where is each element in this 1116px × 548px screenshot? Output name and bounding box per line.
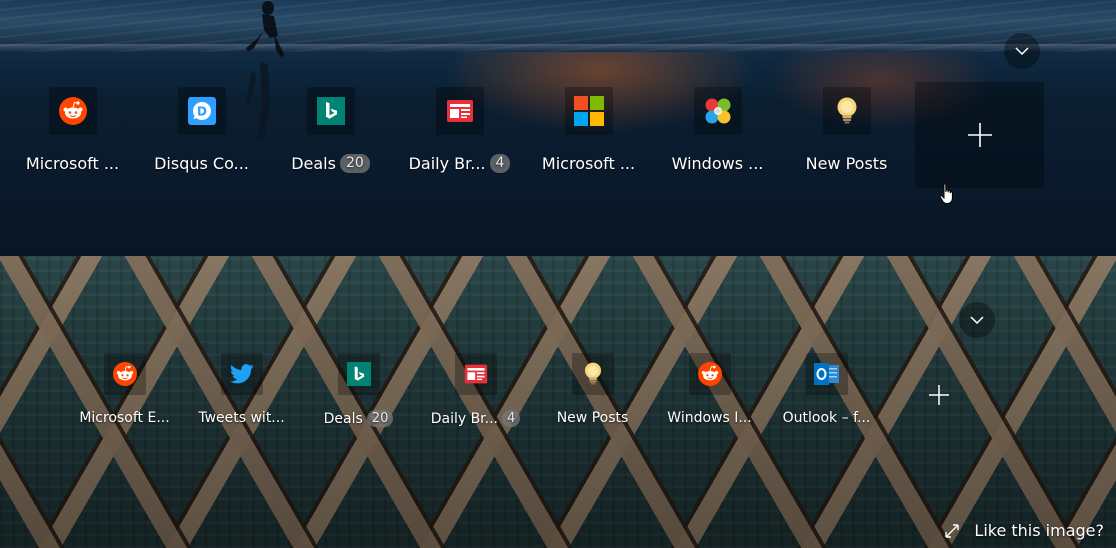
tile-icon-box <box>571 353 614 395</box>
tile-icon-box <box>454 353 497 395</box>
tile-label: New Posts <box>806 154 888 173</box>
tile-label: Disqus Co... <box>154 154 249 173</box>
tile-title: Microsoft E... <box>79 410 170 426</box>
unread-badge: 20 <box>339 154 370 173</box>
tile-title: New Posts <box>556 410 629 426</box>
like-this-image-button[interactable]: Like this image? <box>944 521 1104 540</box>
tile-label: Daily Br... 4 <box>409 154 511 173</box>
tile-label: Windows I... <box>667 410 751 426</box>
chevron-down-icon <box>1015 47 1029 55</box>
lightbulb-icon <box>837 97 856 124</box>
unread-badge: 4 <box>489 154 511 173</box>
twitter-icon <box>229 364 253 384</box>
top-site-tile[interactable]: Deals 20 <box>266 82 395 188</box>
top-site-tile[interactable]: Tweets wit... <box>183 346 300 441</box>
new-tab-comparison: Microsoft ... D Disqus Co... Deals 20 Da… <box>0 0 1116 548</box>
tile-icon-box <box>688 353 731 395</box>
tile-icon-box <box>337 353 380 395</box>
tile-title: Microsoft ... <box>25 154 120 173</box>
svg-text:D: D <box>197 105 207 119</box>
bing-icon <box>316 97 345 125</box>
top-site-tile[interactable]: Daily Br... 4 <box>395 82 524 188</box>
news-icon <box>446 100 473 122</box>
tile-label: Tweets wit... <box>198 410 284 426</box>
news-icon <box>464 364 487 384</box>
tile-title: Tweets wit... <box>198 410 285 426</box>
unread-badge: 4 <box>502 410 521 427</box>
disqus-icon: D <box>187 97 216 125</box>
tile-icon-box <box>103 353 146 395</box>
tile-title: Microsoft ... <box>541 154 636 173</box>
top-sites-row-bottom: Microsoft E... Tweets wit... Deals 20 Da… <box>66 346 885 441</box>
top-site-tile[interactable]: Windows I... <box>651 346 768 441</box>
top-site-tile[interactable]: Windows ... <box>653 82 782 188</box>
tile-label: Microsoft ... <box>26 154 119 173</box>
top-site-tile[interactable]: Daily Br... 4 <box>417 346 534 441</box>
windows-insider-icon <box>705 98 730 124</box>
top-site-tile[interactable]: New Posts <box>782 82 911 188</box>
collapse-top-sites-button[interactable] <box>1004 33 1040 69</box>
ocean-waves <box>0 0 1116 52</box>
top-site-tile[interactable]: Deals 20 <box>300 346 417 441</box>
top-site-tile[interactable]: New Posts <box>534 346 651 441</box>
add-site-button[interactable] <box>915 82 1044 188</box>
tile-icon-box <box>220 353 263 395</box>
reddit-icon <box>112 362 137 386</box>
plus-icon <box>928 385 949 405</box>
tile-icon-box <box>822 87 871 135</box>
tile-icon-box <box>435 87 484 135</box>
tile-label: Windows ... <box>672 154 764 173</box>
top-site-tile[interactable]: Microsoft ... <box>524 82 653 188</box>
tile-icon-box <box>564 87 613 135</box>
hand-cursor-icon <box>939 183 953 204</box>
unread-badge: 20 <box>366 410 394 427</box>
tile-title: Windows ... <box>671 154 764 173</box>
tile-label: Outlook – f... <box>783 410 871 426</box>
like-this-image-label: Like this image? <box>974 521 1104 540</box>
tile-icon-box <box>306 87 355 135</box>
tile-label: Deals 20 <box>291 154 370 173</box>
add-site-button[interactable] <box>880 346 997 441</box>
tile-title: Outlook – f... <box>782 410 871 426</box>
tile-icon-box <box>693 87 742 135</box>
top-site-tile[interactable]: Outlook – f... <box>768 346 885 441</box>
tile-label: Deals 20 <box>324 410 394 427</box>
tile-title: Deals <box>323 410 363 427</box>
microsoft-logo-icon <box>573 96 604 126</box>
tile-label: New Posts <box>557 410 629 426</box>
outlook-icon <box>813 363 839 385</box>
chevron-down-icon <box>970 316 984 324</box>
top-site-tile[interactable]: Microsoft E... <box>66 346 183 441</box>
reddit-icon <box>58 97 87 125</box>
lightbulb-icon <box>584 362 601 385</box>
plus-icon <box>967 123 992 147</box>
tile-icon-box: D <box>177 87 226 135</box>
reddit-icon <box>697 362 722 386</box>
tile-title: Daily Br... <box>430 410 499 427</box>
top-sites-row-top: Microsoft ... D Disqus Co... Deals 20 Da… <box>8 82 911 188</box>
bing-icon <box>346 362 371 386</box>
tile-label: Daily Br... 4 <box>431 410 521 427</box>
tile-label: Microsoft ... <box>542 154 635 173</box>
tile-icon-box <box>48 87 97 135</box>
expand-icon <box>945 523 960 538</box>
top-site-tile[interactable]: D Disqus Co... <box>137 82 266 188</box>
tile-title: Deals <box>291 154 336 173</box>
tile-title: Windows I... <box>667 410 752 426</box>
tile-title: Daily Br... <box>408 154 486 173</box>
tile-label: Microsoft E... <box>79 410 169 426</box>
tile-title: New Posts <box>805 154 888 173</box>
tile-icon-box <box>805 353 848 395</box>
collapse-top-sites-button[interactable] <box>959 302 995 338</box>
tile-title: Disqus Co... <box>154 154 249 173</box>
top-site-tile[interactable]: Microsoft ... <box>8 82 137 188</box>
